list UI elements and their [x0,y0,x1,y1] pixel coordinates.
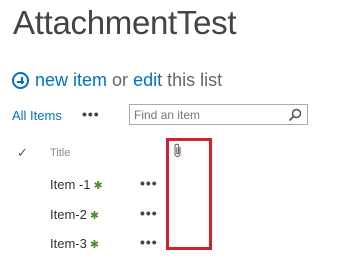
select-all-check-icon[interactable]: ✓ [17,145,28,161]
this-list-text: this list [167,70,223,90]
new-item-icon: ✱ [93,180,103,192]
item-more-button[interactable]: ••• [140,175,158,191]
views-more-button[interactable]: ••• [82,106,100,122]
page-title: AttachmentTest [13,4,237,41]
item-more-button[interactable]: ••• [140,234,158,250]
column-header-title[interactable]: Title [50,147,70,159]
item-title-link[interactable]: Item-3 ✱ [50,236,99,251]
command-bar: new item or edit this list [12,70,222,91]
or-text: or [112,70,129,90]
attachment-column-highlight [166,138,212,250]
item-more-button[interactable]: ••• [140,205,158,221]
search-input[interactable] [134,107,284,122]
item-title-link[interactable]: Item -1 ✱ [50,177,103,192]
new-item-link[interactable]: new item [35,70,107,91]
new-item-icon: ✱ [89,239,100,251]
new-item-icon: ✱ [89,210,100,222]
search-box [129,104,308,125]
view-all-items[interactable]: All Items [12,108,62,123]
edit-link[interactable]: edit [133,70,162,91]
search-icon[interactable] [288,108,302,122]
add-circle-icon[interactable] [12,72,29,89]
item-title-link[interactable]: Item-2 ✱ [50,207,99,222]
